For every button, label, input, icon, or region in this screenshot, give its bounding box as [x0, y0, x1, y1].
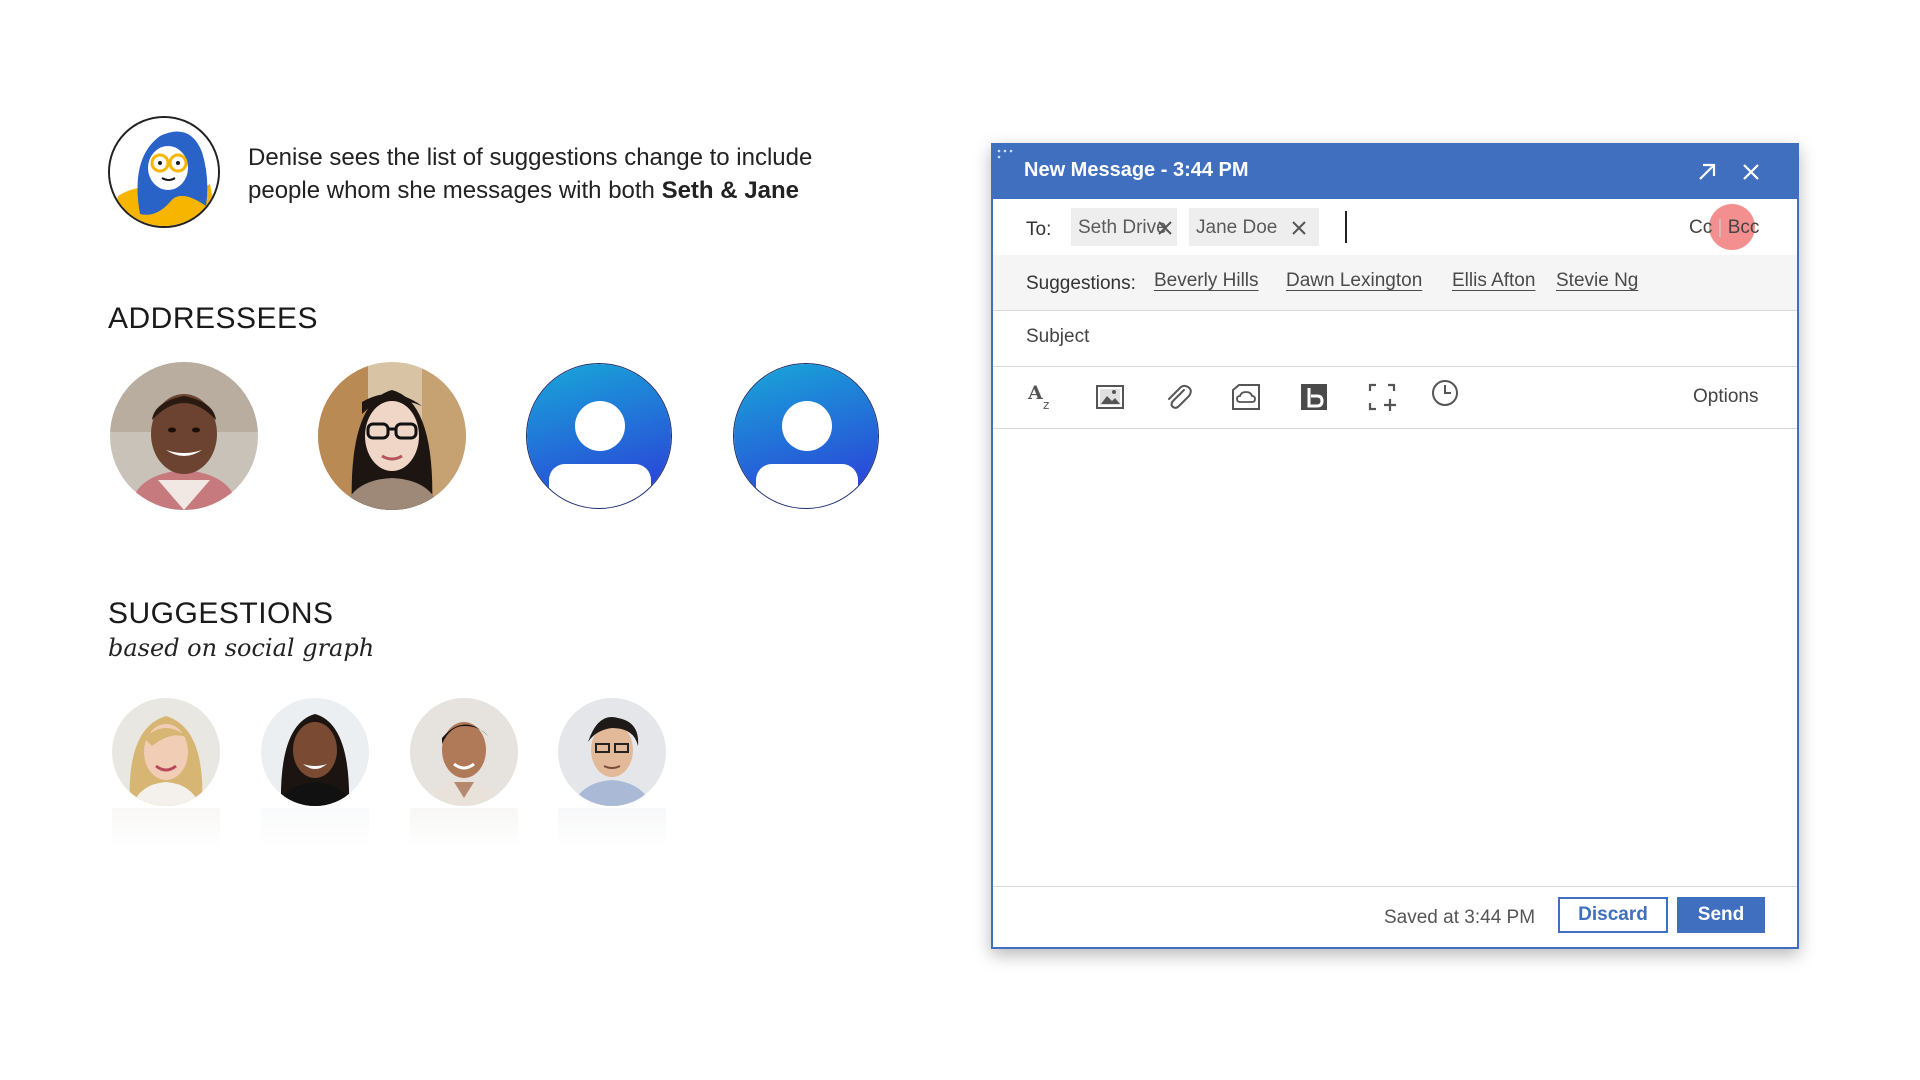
compose-footer: Saved at 3:44 PM Discard Send — [993, 886, 1797, 947]
compose-title: New Message - 3:44 PM — [1024, 159, 1249, 181]
pop-out-button[interactable] — [1693, 158, 1721, 186]
saved-status: Saved at 3:44 PM — [1384, 907, 1536, 928]
subject-row — [993, 310, 1797, 367]
send-button[interactable]: Send — [1677, 897, 1765, 933]
compose-window: New Message - 3:44 PM To: Seth Drive Jan… — [991, 143, 1799, 949]
suggestion-avatar-3 — [410, 698, 518, 848]
recipient-name: Jane Doe — [1196, 217, 1278, 238]
suggestion-link[interactable]: Stevie Ng — [1556, 270, 1638, 292]
suggestion-avatar-4 — [558, 698, 666, 848]
bcc-label[interactable]: Bcc — [1728, 217, 1760, 238]
svg-text:A: A — [1027, 382, 1043, 404]
addressee-avatar-generic-1 — [526, 363, 672, 509]
font-size-icon[interactable]: A z — [1026, 381, 1058, 413]
narration-text: Denise sees the list of suggestions chan… — [248, 141, 888, 207]
narration-bold: Seth & Jane — [661, 177, 799, 204]
close-compose-button[interactable] — [1737, 158, 1765, 186]
suggestions-subheading: based on social graph — [108, 634, 375, 662]
close-icon — [1743, 164, 1759, 180]
recipient-chip[interactable]: Seth Drive — [1071, 208, 1177, 246]
svg-text:z: z — [1043, 398, 1049, 412]
cloud-file-icon[interactable] — [1230, 381, 1262, 413]
arrow-up-right-icon — [1699, 163, 1716, 180]
suggestions-label: Suggestions: — [1026, 273, 1136, 294]
addressee-avatar-seth — [110, 362, 258, 510]
insert-image-icon[interactable] — [1094, 381, 1126, 413]
addressees-heading: ADDRESSEES — [108, 302, 319, 335]
to-label: To: — [1026, 219, 1052, 240]
schedule-clock-icon[interactable] — [1429, 377, 1461, 409]
persona-avatar — [108, 116, 220, 228]
format-toolbar: A z Options — [993, 366, 1797, 429]
suggestion-link[interactable]: Beverly Hills — [1154, 270, 1259, 292]
suggestion-avatar-1 — [112, 698, 220, 848]
cc-label[interactable]: Cc — [1689, 217, 1712, 238]
remove-recipient-icon[interactable] — [1291, 220, 1307, 236]
drag-grip-icon[interactable] — [997, 149, 1013, 161]
bold-b-icon[interactable] — [1298, 381, 1330, 413]
suggestion-avatar-2 — [261, 698, 369, 848]
user-placeholder-icon — [527, 364, 671, 508]
message-body[interactable] — [993, 429, 1797, 887]
suggestions-row: Suggestions: Beverly Hills Dawn Lexingto… — [993, 255, 1797, 311]
suggestion-link[interactable]: Dawn Lexington — [1286, 270, 1422, 292]
recipient-chip[interactable]: Jane Doe — [1189, 208, 1319, 246]
addressee-avatar-jane — [318, 362, 466, 510]
to-field[interactable]: To: Seth Drive Jane Doe Cc | Bcc — [993, 199, 1797, 256]
cc-bcc-separator: | — [1717, 217, 1723, 238]
recipient-name: Seth Drive — [1078, 217, 1167, 238]
cc-bcc-toggle[interactable]: Cc | Bcc — [1689, 217, 1759, 239]
suggestions-heading: SUGGESTIONS — [108, 597, 334, 630]
suggestion-link[interactable]: Ellis Afton — [1452, 270, 1535, 292]
options-button[interactable]: Options — [1693, 386, 1758, 408]
screenshot-icon[interactable] — [1366, 381, 1398, 413]
addressee-avatar-generic-2 — [733, 363, 879, 509]
user-placeholder-icon — [734, 364, 878, 508]
attach-icon[interactable] — [1162, 381, 1194, 413]
subject-input[interactable] — [1026, 326, 1726, 348]
remove-recipient-icon[interactable] — [1157, 220, 1173, 236]
discard-button[interactable]: Discard — [1558, 897, 1668, 933]
text-caret — [1345, 211, 1347, 243]
compose-titlebar[interactable]: New Message - 3:44 PM — [993, 145, 1797, 199]
